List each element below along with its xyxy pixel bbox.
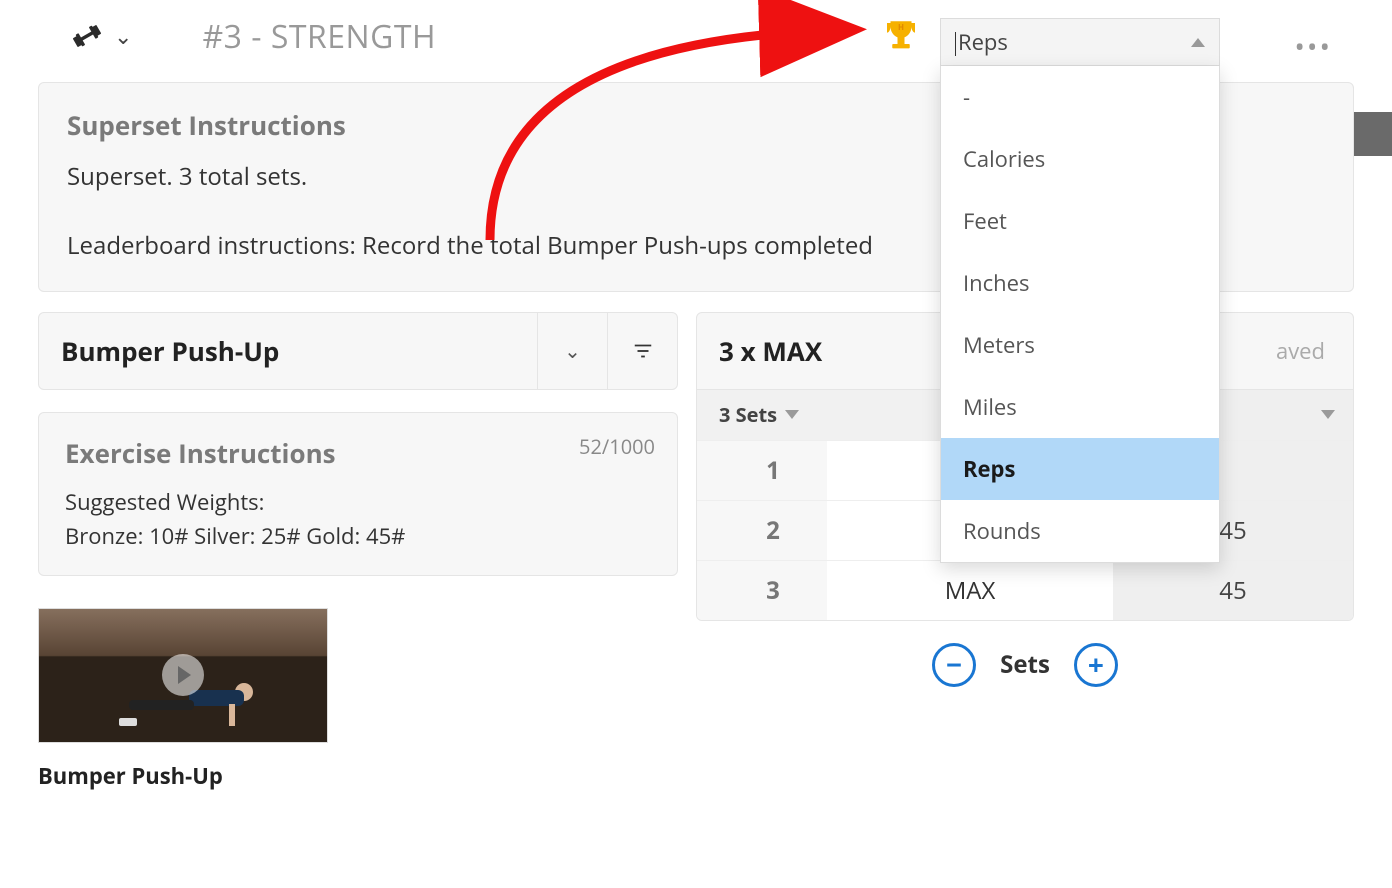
dropdown-option[interactable]: Reps: [941, 438, 1219, 500]
add-set-button[interactable]: +: [1074, 643, 1118, 687]
remove-set-button[interactable]: −: [932, 643, 976, 687]
exercise-instr-line2: Bronze: 10# Silver: 25# Gold: 45#: [65, 519, 651, 553]
dropdown-option[interactable]: Miles: [941, 376, 1219, 438]
svg-text:H: H: [898, 23, 904, 33]
sets-control-label: Sets: [1000, 648, 1050, 681]
section-title: #3 - STRENGTH: [202, 15, 436, 58]
filter-icon: [632, 340, 654, 362]
sets-row: 3MAX45: [697, 560, 1353, 620]
dropdown-option[interactable]: Meters: [941, 314, 1219, 376]
exercise-instructions-card: Exercise Instructions 52/1000 Suggested …: [38, 412, 678, 576]
sets-controls: − Sets +: [696, 643, 1354, 687]
exercise-thumbnail-block: Bumper Push-Up: [38, 608, 678, 791]
chevron-down-icon: [1321, 410, 1335, 419]
thumbnail-caption: Bumper Push-Up: [38, 761, 678, 791]
text-cursor: [955, 32, 956, 56]
col-sets-header[interactable]: 3 Sets: [697, 401, 827, 428]
dumbbell-icon: [70, 19, 104, 53]
char-count: 52/1000: [579, 433, 655, 460]
set-number: 3: [697, 561, 827, 620]
set-rest[interactable]: 45: [1113, 561, 1353, 620]
saved-status: aved: [1248, 336, 1353, 366]
set-number: 2: [697, 501, 827, 560]
dropdown-option[interactable]: Rounds: [941, 500, 1219, 562]
exercise-expand[interactable]: ⌄: [537, 313, 607, 389]
dropdown-option[interactable]: Inches: [941, 252, 1219, 314]
dropdown-input[interactable]: Reps: [940, 18, 1220, 66]
play-icon: [162, 654, 204, 696]
dropdown-list: -CaloriesFeetInchesMetersMilesRepsRounds: [940, 66, 1220, 563]
chevron-up-icon: [1191, 38, 1205, 47]
dropdown-option[interactable]: Calories: [941, 128, 1219, 190]
exercise-title-bar: Bumper Push-Up ⌄: [38, 312, 678, 390]
exercise-video-thumbnail[interactable]: [38, 608, 328, 743]
dropdown-value: Reps: [958, 27, 1008, 57]
workout-header: ⌄ #3 - STRENGTH H Reps -CaloriesFeetInch…: [0, 0, 1392, 72]
exercise-instr-line1: Suggested Weights:: [65, 485, 651, 519]
trophy-icon: H: [880, 16, 922, 58]
workout-type-dropdown[interactable]: ⌄: [114, 21, 132, 51]
more-menu[interactable]: •••: [1294, 28, 1332, 66]
exercise-filter[interactable]: [607, 313, 677, 389]
chevron-down-icon: [785, 410, 799, 419]
exercise-name: Bumper Push-Up: [39, 333, 537, 369]
set-reps[interactable]: MAX: [827, 561, 1113, 620]
leaderboard-metric-dropdown[interactable]: Reps -CaloriesFeetInchesMetersMilesRepsR…: [940, 18, 1220, 563]
leaderboard-trophy[interactable]: H: [880, 16, 922, 63]
dropdown-option[interactable]: Feet: [941, 190, 1219, 252]
set-number: 1: [697, 441, 827, 500]
exercise-instructions-heading: Exercise Instructions: [65, 435, 651, 471]
dropdown-option[interactable]: -: [941, 66, 1219, 128]
